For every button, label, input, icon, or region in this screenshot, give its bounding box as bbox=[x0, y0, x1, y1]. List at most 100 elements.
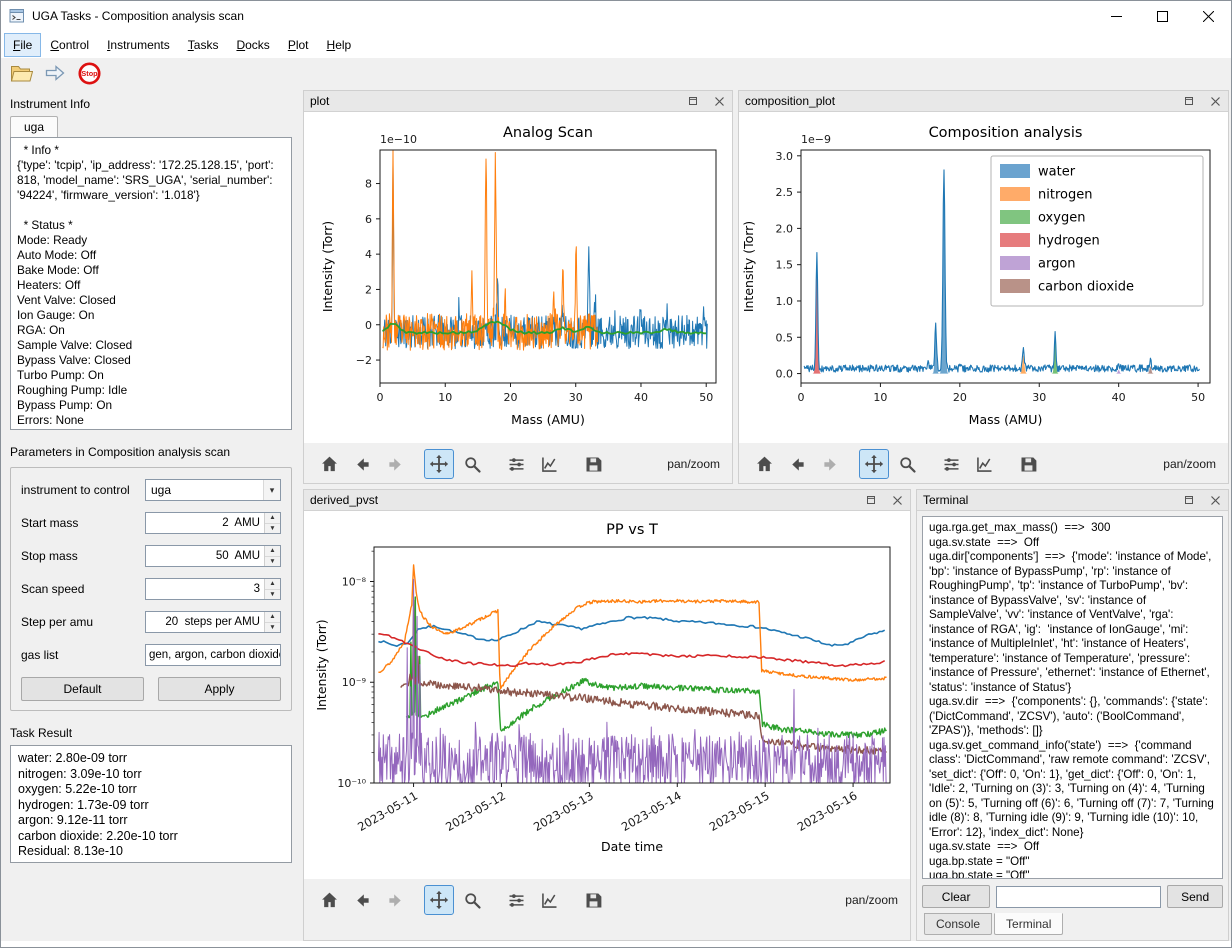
back-button[interactable] bbox=[782, 449, 812, 479]
menu-tasks[interactable]: Tasks bbox=[180, 34, 227, 56]
step-per-amu-spinbox[interactable]: 20 steps per AMU▲▼ bbox=[145, 611, 281, 633]
menu-file[interactable]: File bbox=[5, 34, 40, 56]
minimize-button[interactable] bbox=[1093, 1, 1139, 31]
menu-plot[interactable]: Plot bbox=[280, 34, 317, 56]
default-button[interactable]: Default bbox=[21, 677, 144, 701]
spin-up-icon[interactable]: ▲ bbox=[265, 513, 280, 524]
dock-plot: plot 01020304050−202468Analog Scan1e−10M… bbox=[303, 90, 733, 484]
pan-button[interactable] bbox=[424, 449, 454, 479]
home-button[interactable] bbox=[749, 449, 779, 479]
customize-button[interactable] bbox=[534, 885, 564, 915]
svg-text:Mass (AMU): Mass (AMU) bbox=[511, 412, 585, 427]
save-icon bbox=[583, 454, 604, 475]
spin-up-icon[interactable]: ▲ bbox=[265, 546, 280, 557]
customize-button[interactable] bbox=[534, 449, 564, 479]
pan-button[interactable] bbox=[424, 885, 454, 915]
forward-button[interactable] bbox=[815, 449, 845, 479]
app-window: UGA Tasks - Composition analysis scan Fi… bbox=[0, 0, 1232, 948]
dock-composition-titlebar[interactable]: composition_plot bbox=[739, 91, 1228, 112]
instrument-to-control-label: instrument to control bbox=[21, 483, 145, 497]
dock-float-button[interactable] bbox=[686, 94, 700, 108]
svg-text:Date time: Date time bbox=[601, 839, 663, 854]
instrument-to-control-combobox[interactable]: uga▾ bbox=[145, 479, 281, 501]
spin-down-icon[interactable]: ▼ bbox=[265, 524, 280, 534]
customize-icon bbox=[974, 454, 995, 475]
run-task-button[interactable] bbox=[42, 60, 68, 86]
tab-terminal[interactable]: Terminal bbox=[994, 913, 1063, 935]
terminal-output[interactable]: uga.rga.get_max_mass() ==> 300 uga.sv.st… bbox=[922, 516, 1223, 879]
float-icon bbox=[1184, 96, 1194, 106]
dock-close-button[interactable] bbox=[890, 493, 904, 507]
svg-text:20: 20 bbox=[953, 391, 967, 404]
save-button[interactable] bbox=[578, 885, 608, 915]
tab-uga[interactable]: uga bbox=[10, 116, 58, 137]
terminal-input[interactable] bbox=[996, 886, 1161, 908]
menu-docks[interactable]: Docks bbox=[228, 34, 277, 56]
svg-text:50: 50 bbox=[1191, 391, 1205, 404]
zoom-button[interactable] bbox=[892, 449, 922, 479]
dock-close-button[interactable] bbox=[712, 94, 726, 108]
dock-terminal-title: Terminal bbox=[923, 493, 968, 507]
zoom-icon bbox=[462, 890, 483, 911]
dock-area: plot 01020304050−202468Analog Scan1e−10M… bbox=[301, 88, 1231, 941]
svg-text:water: water bbox=[1038, 165, 1076, 180]
save-button[interactable] bbox=[1013, 449, 1043, 479]
dock-float-button[interactable] bbox=[1182, 493, 1196, 507]
plot-nav-toolbar: pan/zoom bbox=[304, 443, 732, 485]
dock-derived-titlebar[interactable]: derived_pvst bbox=[304, 490, 910, 511]
menu-control[interactable]: Control bbox=[42, 34, 97, 56]
dock-float-button[interactable] bbox=[1182, 94, 1196, 108]
svg-text:1e−9: 1e−9 bbox=[801, 133, 831, 146]
open-task-button[interactable] bbox=[8, 60, 34, 86]
spin-down-icon[interactable]: ▼ bbox=[265, 590, 280, 600]
close-button[interactable] bbox=[1185, 1, 1231, 31]
back-icon bbox=[352, 890, 373, 911]
gas-list-input[interactable]: gen, argon, carbon dioxide bbox=[145, 644, 281, 666]
back-button[interactable] bbox=[347, 885, 377, 915]
forward-button[interactable] bbox=[380, 449, 410, 479]
spin-down-icon[interactable]: ▼ bbox=[265, 557, 280, 567]
dock-float-button[interactable] bbox=[864, 493, 878, 507]
svg-text:Stop: Stop bbox=[81, 69, 98, 78]
menu-help[interactable]: Help bbox=[319, 34, 360, 56]
svg-text:Composition analysis: Composition analysis bbox=[929, 125, 1083, 141]
clear-button[interactable]: Clear bbox=[922, 885, 990, 908]
pan-button[interactable] bbox=[859, 449, 889, 479]
home-button[interactable] bbox=[314, 885, 344, 915]
tab-console[interactable]: Console bbox=[924, 913, 992, 935]
dock-terminal-titlebar[interactable]: Terminal bbox=[917, 490, 1228, 511]
zoom-button[interactable] bbox=[457, 449, 487, 479]
param-row-stop-mass: Stop mass50 AMU▲▼ bbox=[21, 545, 281, 567]
start-mass-spinbox[interactable]: 2 AMU▲▼ bbox=[145, 512, 281, 534]
save-button[interactable] bbox=[578, 449, 608, 479]
dock-plot-titlebar[interactable]: plot bbox=[304, 91, 732, 112]
maximize-button[interactable] bbox=[1139, 1, 1185, 31]
zoom-button[interactable] bbox=[457, 885, 487, 915]
spin-down-icon[interactable]: ▼ bbox=[265, 623, 280, 633]
spin-up-icon[interactable]: ▲ bbox=[265, 612, 280, 623]
back-button[interactable] bbox=[347, 449, 377, 479]
svg-text:30: 30 bbox=[1032, 391, 1046, 404]
subplots-button[interactable] bbox=[501, 885, 531, 915]
subplots-button[interactable] bbox=[936, 449, 966, 479]
svg-text:hydrogen: hydrogen bbox=[1038, 234, 1100, 249]
analog-scan-figure: 01020304050−202468Analog Scan1e−10Mass (… bbox=[304, 112, 732, 443]
title-bar[interactable]: UGA Tasks - Composition analysis scan bbox=[1, 1, 1231, 31]
apply-button[interactable]: Apply bbox=[158, 677, 281, 701]
maximize-icon bbox=[1157, 11, 1168, 22]
svg-text:4: 4 bbox=[365, 248, 372, 261]
instrument-info-label: Instrument Info bbox=[10, 97, 292, 111]
dock-close-button[interactable] bbox=[1208, 94, 1222, 108]
forward-button[interactable] bbox=[380, 885, 410, 915]
spin-up-icon[interactable]: ▲ bbox=[265, 579, 280, 590]
scan-speed-spinbox[interactable]: 3▲▼ bbox=[145, 578, 281, 600]
menu-instruments[interactable]: Instruments bbox=[99, 34, 178, 56]
stop-mass-spinbox[interactable]: 50 AMU▲▼ bbox=[145, 545, 281, 567]
send-button[interactable]: Send bbox=[1167, 885, 1223, 908]
dock-close-button[interactable] bbox=[1208, 493, 1222, 507]
customize-button[interactable] bbox=[969, 449, 999, 479]
svg-text:10⁻⁹: 10⁻⁹ bbox=[342, 676, 366, 689]
subplots-button[interactable] bbox=[501, 449, 531, 479]
stop-task-button[interactable]: Stop bbox=[76, 60, 102, 86]
home-button[interactable] bbox=[314, 449, 344, 479]
